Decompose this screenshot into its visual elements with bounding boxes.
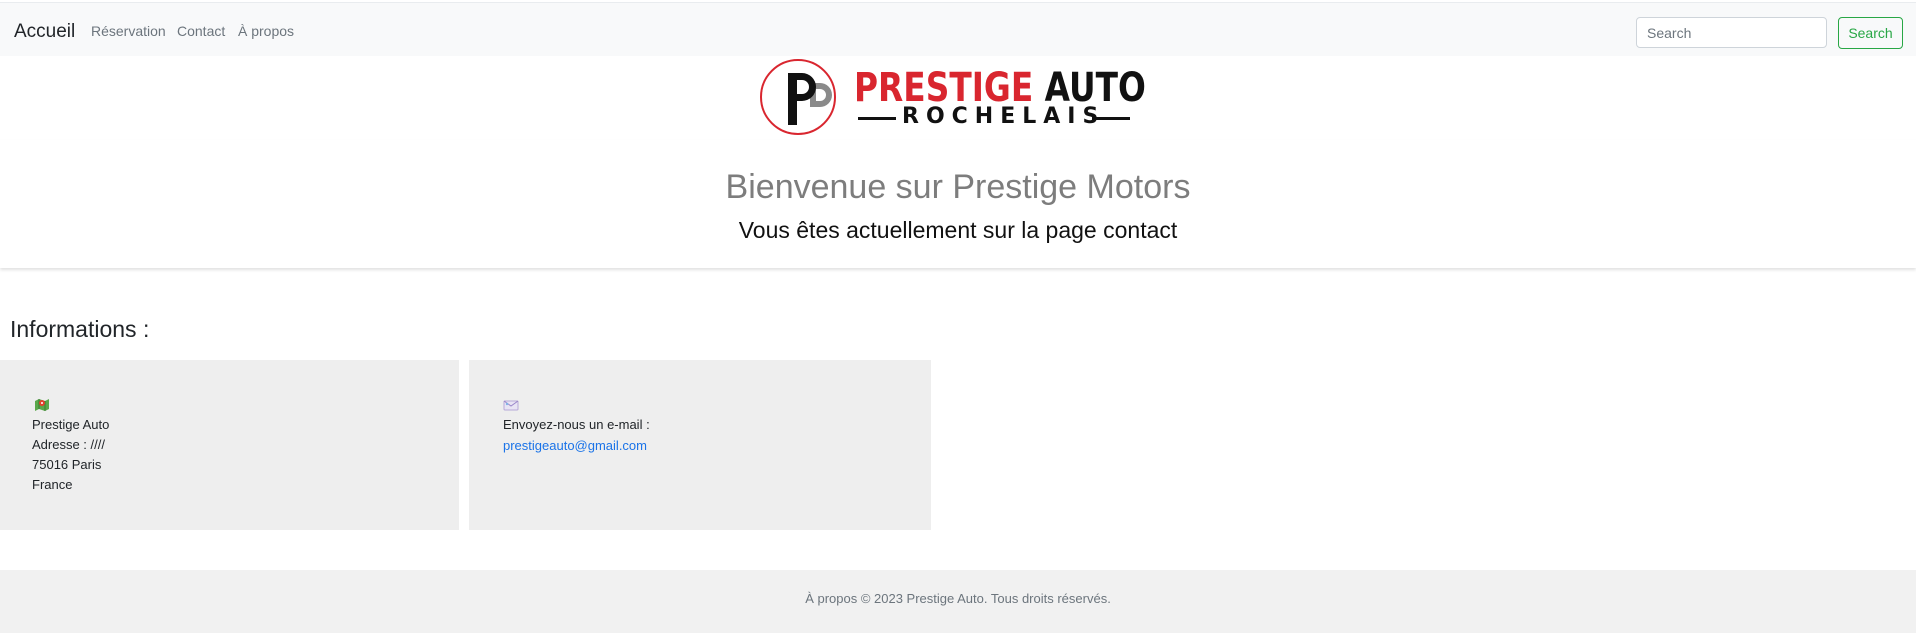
email-card: Envoyez-nous un e-mail : prestigeauto@gm… bbox=[469, 360, 931, 530]
hero-section: Bienvenue sur Prestige Motors Vous êtes … bbox=[0, 140, 1916, 268]
footer: À propos © 2023 Prestige Auto. Tous droi… bbox=[0, 570, 1916, 633]
logo-subtitle: ROCHELAIS bbox=[858, 104, 1130, 130]
map-icon bbox=[34, 398, 50, 412]
nav-link-about[interactable]: À propos bbox=[238, 23, 294, 39]
address-country: France bbox=[32, 477, 73, 492]
address-street: Adresse : //// bbox=[32, 437, 105, 452]
email-icon bbox=[503, 398, 519, 412]
nav-link-contact[interactable]: Contact bbox=[177, 23, 225, 39]
footer-text: À propos © 2023 Prestige Auto. Tous droi… bbox=[805, 591, 1111, 606]
email-link[interactable]: prestigeauto@gmail.com bbox=[503, 438, 647, 453]
nav-brand-home[interactable]: Accueil bbox=[14, 21, 75, 43]
navbar: Accueil Réservation Contact À propos Sea… bbox=[0, 2, 1916, 56]
address-company: Prestige Auto bbox=[32, 417, 110, 432]
hero-title: Bienvenue sur Prestige Motors bbox=[725, 168, 1191, 206]
hero-subtitle: Vous êtes actuellement sur la page conta… bbox=[738, 217, 1178, 243]
address-card: Prestige Auto Adresse : //// 75016 Paris… bbox=[0, 360, 459, 530]
email-label: Envoyez-nous un e-mail : bbox=[503, 417, 650, 432]
info-heading: Informations : bbox=[10, 316, 150, 342]
nav-link-reservation[interactable]: Réservation bbox=[91, 23, 166, 39]
search-button[interactable]: Search bbox=[1838, 17, 1903, 49]
logo-emblem bbox=[760, 59, 836, 135]
prestige-auto-logo: PRESTIGE AUTO ROCHELAIS bbox=[758, 57, 1146, 139]
search-input[interactable] bbox=[1636, 17, 1827, 48]
address-city: 75016 Paris bbox=[32, 457, 102, 472]
